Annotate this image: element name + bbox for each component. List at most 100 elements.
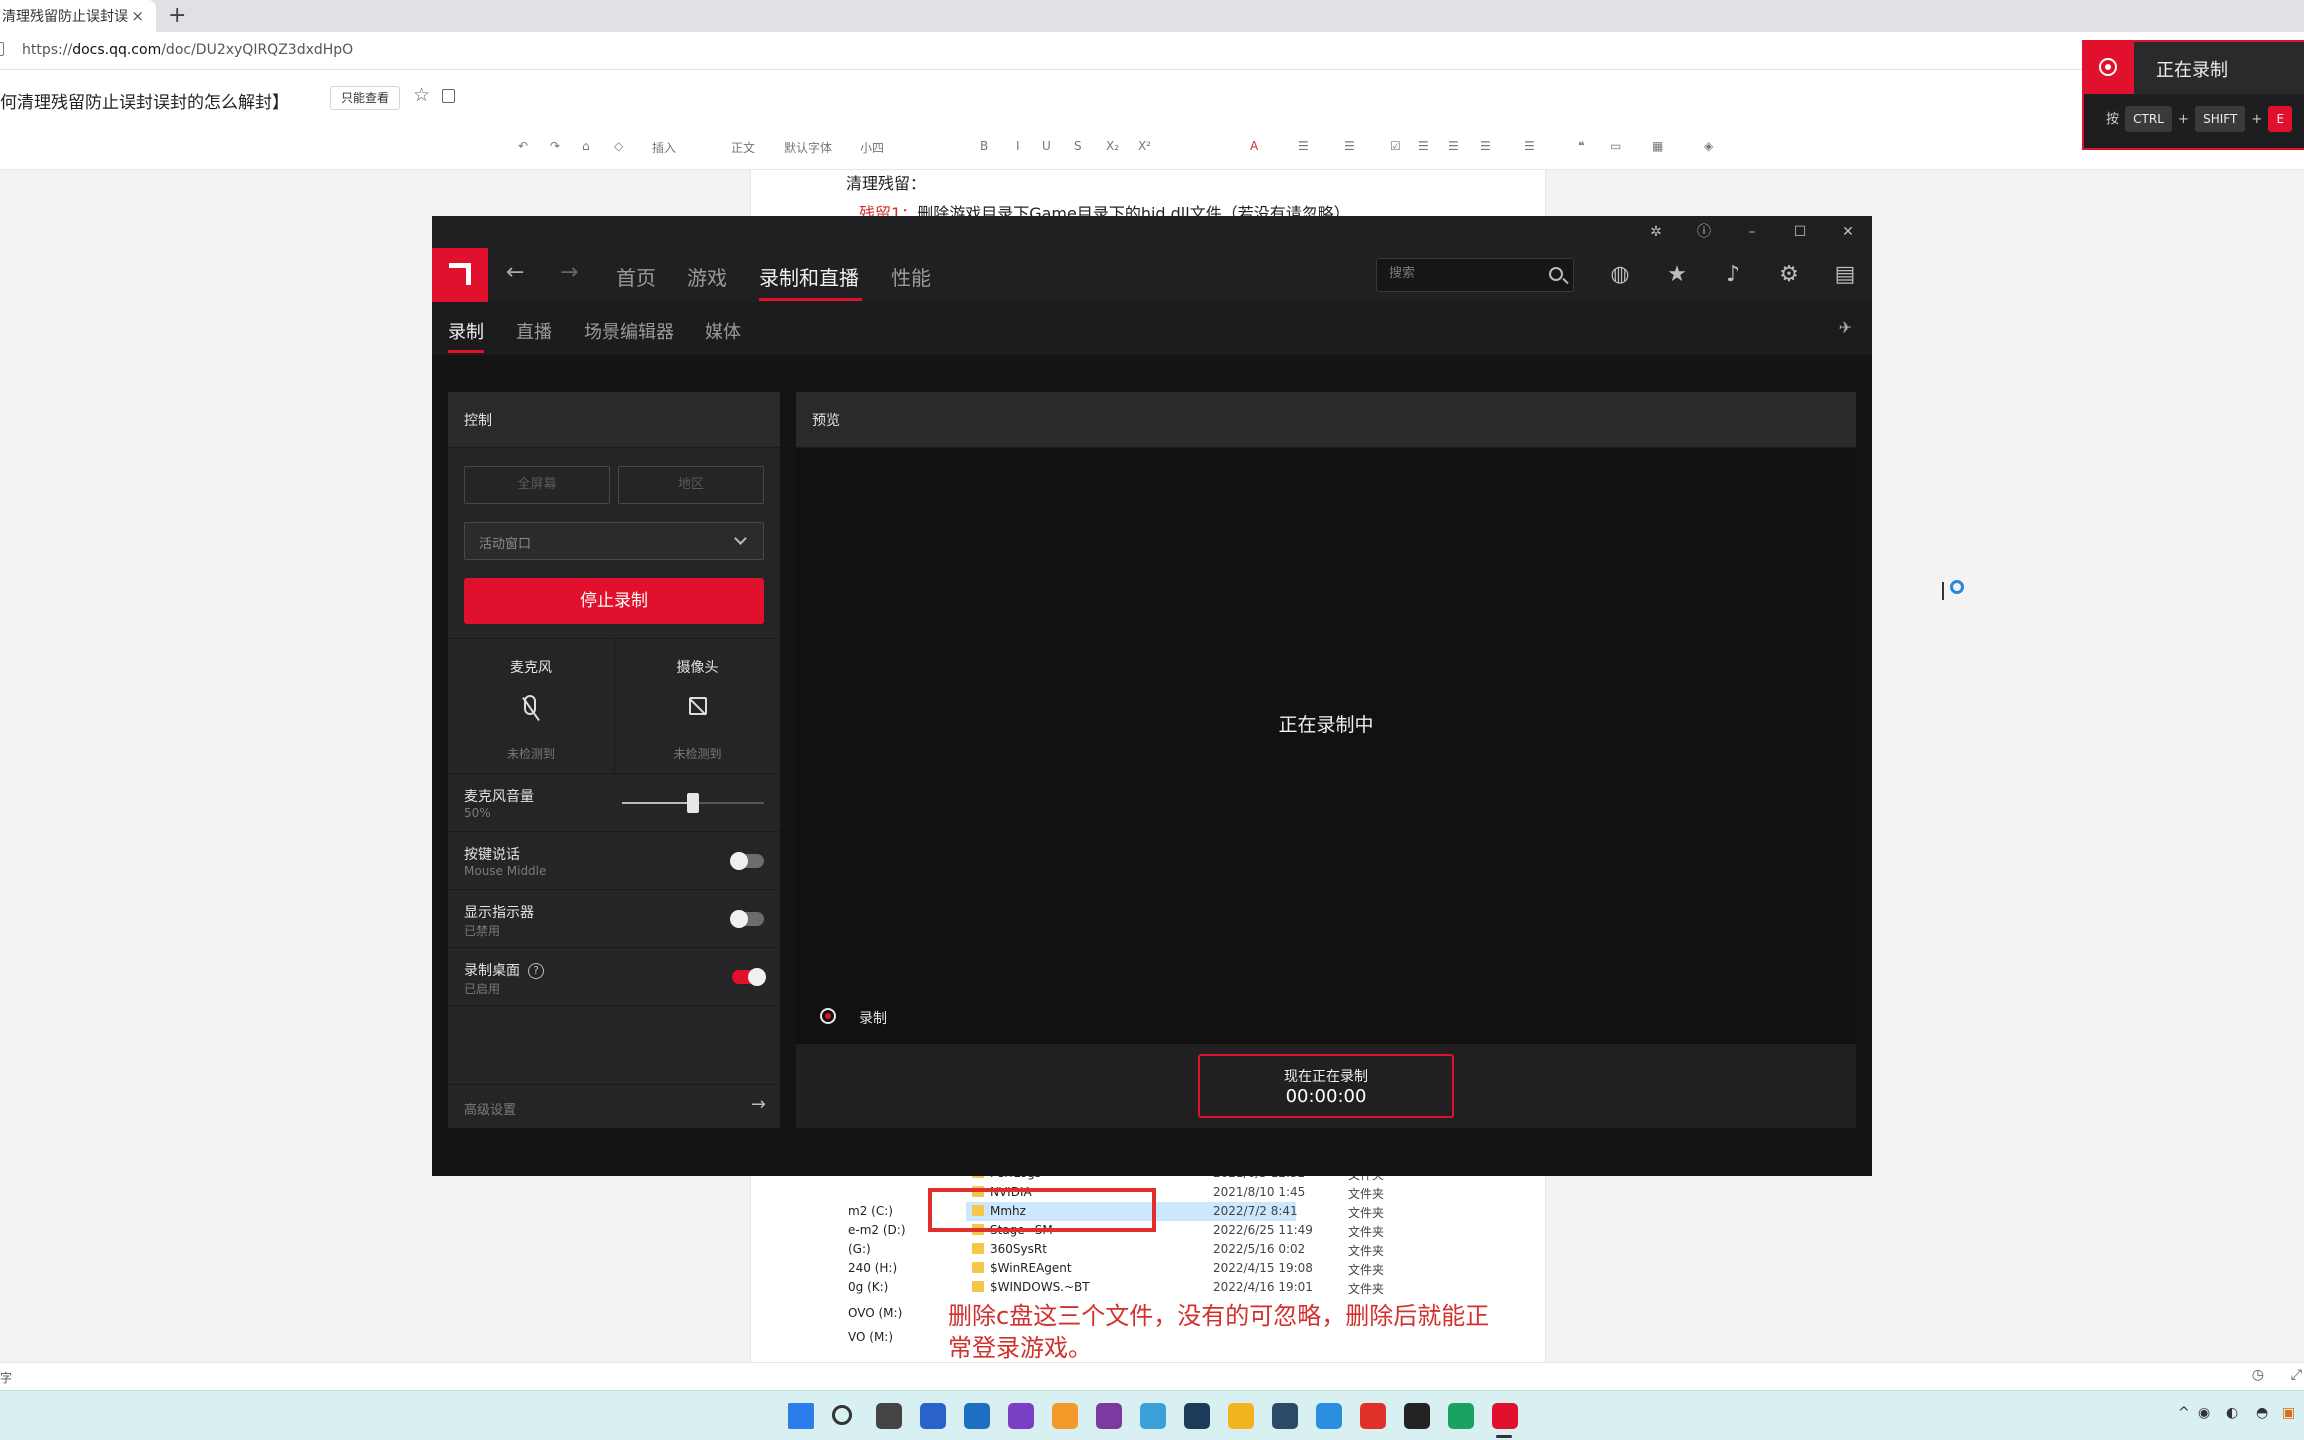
netease-music-icon[interactable] [1360, 1403, 1386, 1429]
toolbar-insert[interactable]: 插入 [652, 139, 676, 156]
bookmark-icon[interactable] [442, 89, 455, 103]
tab-scene-editor[interactable]: 场景编辑器 [584, 318, 674, 344]
favorites-star-icon[interactable]: ★ [1664, 262, 1690, 287]
start-icon[interactable] [788, 1403, 814, 1429]
url-text[interactable]: https://docs.qq.com/doc/DU2xyQIRQZ3dxdHp… [22, 42, 353, 58]
browser-tab[interactable]: 清理残留防止误封误封的 × [0, 0, 156, 32]
tab-stream[interactable]: 直播 [516, 318, 552, 344]
app-blue-icon[interactable] [1140, 1403, 1166, 1429]
new-tab-button[interactable]: + [168, 3, 186, 28]
notification-bell-icon[interactable]: ♪ [1720, 262, 1746, 287]
toolbar-font[interactable]: 默认字体 [784, 139, 832, 156]
feishu-icon[interactable] [1316, 1403, 1342, 1429]
close-icon[interactable]: ✕ [1838, 222, 1858, 242]
bullet-list-icon[interactable]: ☰ [1298, 139, 1309, 153]
table-icon[interactable]: ▦ [1652, 139, 1663, 153]
onenote-icon[interactable] [1096, 1403, 1122, 1429]
star-icon[interactable]: ☆ [413, 84, 430, 106]
preview-header: 预览 [796, 392, 1856, 448]
toolbar-style[interactable]: 正文 [731, 139, 755, 156]
app-purple-icon[interactable] [1008, 1403, 1034, 1429]
app-orange-icon[interactable] [1052, 1403, 1078, 1429]
slider-thumb[interactable] [687, 793, 699, 813]
rockstar-icon[interactable] [1228, 1403, 1254, 1429]
indent-icon[interactable]: ☰ [1418, 139, 1429, 153]
widgets-icon[interactable] [920, 1403, 946, 1429]
minimize-icon[interactable]: – [1742, 222, 1762, 242]
camera-device[interactable]: 摄像头 未检测到 [614, 639, 780, 775]
stop-recording-button[interactable]: 停止录制 [464, 578, 764, 624]
recording-timer-box[interactable]: 现在正在录制 00:00:00 [1198, 1054, 1454, 1118]
preview-status: 正在录制中 [1278, 714, 1374, 736]
task-view-icon[interactable] [876, 1403, 902, 1429]
tray-wifi-icon[interactable]: ◓ [2256, 1405, 2268, 1421]
bug-report-icon[interactable]: ✲ [1646, 222, 1666, 242]
align-icon[interactable]: ☰ [1480, 139, 1491, 153]
sidebar-panel-icon[interactable]: ▤ [1832, 262, 1858, 287]
tray-app-icon[interactable]: ▣ [2282, 1405, 2295, 1421]
search-taskbar-icon[interactable] [832, 1405, 852, 1425]
forward-arrow-icon[interactable]: → [560, 260, 578, 285]
search-input[interactable] [1389, 266, 1539, 281]
search-box[interactable] [1376, 258, 1574, 292]
back-arrow-icon[interactable]: ← [506, 260, 524, 285]
nav-record-stream[interactable]: 录制和直播 [759, 262, 859, 291]
plus-sign: + [2178, 112, 2189, 127]
fullscreen-icon[interactable]: ⤢ [2291, 1367, 2302, 1383]
nav-performance[interactable]: 性能 [891, 262, 931, 291]
amd-taskbar-icon[interactable] [1492, 1403, 1518, 1429]
superscript-button[interactable]: X² [1138, 139, 1151, 153]
advanced-settings[interactable]: 高级设置 → [448, 1084, 780, 1128]
checklist-icon[interactable]: ☑ [1390, 139, 1401, 153]
microphone-device[interactable]: 麦克风 未检测到 [448, 639, 614, 775]
readonly-badge[interactable]: 只能查看 [330, 86, 401, 110]
store-icon[interactable] [964, 1403, 990, 1429]
clear-format-icon[interactable]: ◇ [614, 139, 623, 153]
pin-icon[interactable]: ✈ [1839, 318, 1852, 337]
bold-button[interactable]: B [980, 139, 988, 153]
help-icon[interactable]: ⓘ [1694, 222, 1714, 242]
quote-icon[interactable]: ❝ [1578, 139, 1584, 153]
app-g-icon[interactable] [1404, 1403, 1430, 1429]
amd-logo[interactable] [432, 248, 488, 302]
subscript-button[interactable]: X₂ [1106, 139, 1119, 153]
region-mode-button[interactable]: 地区 [618, 466, 764, 504]
strike-button[interactable]: S [1074, 139, 1082, 153]
settings-gear-icon[interactable]: ⚙ [1776, 262, 1802, 287]
status-clock-icon[interactable]: ◷ [2252, 1367, 2264, 1383]
mic-volume-slider[interactable] [622, 793, 764, 813]
record-desktop-toggle[interactable] [732, 968, 766, 986]
fullscreen-mode-button[interactable]: 全屏幕 [464, 466, 610, 504]
capture-target-dropdown[interactable]: 活动窗口 [464, 522, 764, 560]
search-icon[interactable] [1549, 267, 1563, 281]
ptt-toggle[interactable] [730, 852, 764, 870]
numbered-list-icon[interactable]: ☰ [1344, 139, 1355, 153]
address-bar[interactable]: https://docs.qq.com/doc/DU2xyQIRQZ3dxdHp… [0, 32, 2304, 70]
nav-home[interactable]: 首页 [616, 262, 656, 291]
tab-close-icon[interactable]: × [131, 7, 144, 25]
italic-button[interactable]: I [1016, 139, 1020, 153]
edge-icon[interactable] [1448, 1403, 1474, 1429]
tab-media[interactable]: 媒体 [705, 318, 741, 344]
steam-icon[interactable] [1184, 1403, 1210, 1429]
globe-icon[interactable]: ◍ [1607, 262, 1633, 287]
format-painter-icon[interactable]: ⌂ [582, 139, 590, 153]
game-app-icon[interactable] [1272, 1403, 1298, 1429]
undo-icon[interactable]: ↶ [518, 139, 528, 153]
underline-button[interactable]: U [1042, 139, 1051, 153]
indicator-toggle[interactable] [730, 910, 764, 928]
tray-ime-icon[interactable]: ◐ [2226, 1405, 2238, 1421]
tab-record[interactable]: 录制 [448, 318, 484, 344]
outdent-icon[interactable]: ☰ [1448, 139, 1459, 153]
toolbar-size[interactable]: 小四 [860, 139, 884, 156]
plugin-icon[interactable]: ◈ [1704, 139, 1713, 153]
redo-icon[interactable]: ↷ [550, 139, 560, 153]
nav-games[interactable]: 游戏 [687, 262, 727, 291]
comment-icon[interactable]: ▭ [1610, 139, 1621, 153]
line-spacing-icon[interactable]: ☰ [1524, 139, 1535, 153]
question-icon[interactable]: ? [528, 963, 544, 979]
tray-chevron-icon[interactable]: ^ [2178, 1405, 2190, 1421]
maximize-icon[interactable]: ☐ [1790, 222, 1810, 242]
font-color-button[interactable]: A [1250, 139, 1258, 153]
tray-qq-icon[interactable]: ◉ [2198, 1405, 2210, 1421]
